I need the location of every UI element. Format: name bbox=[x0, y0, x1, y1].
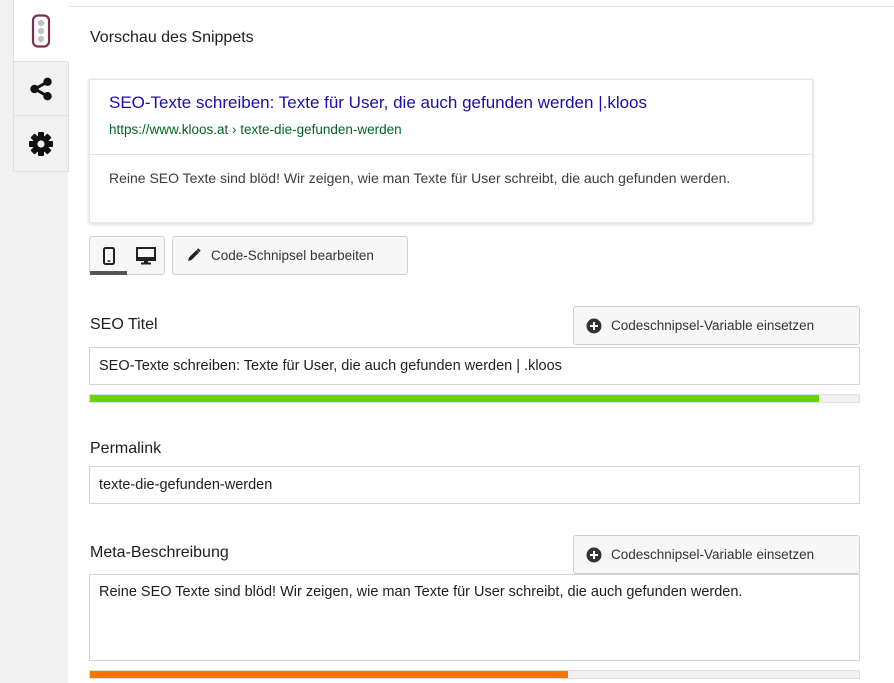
meta-variable-label: Codeschnipsel-Variable einsetzen bbox=[611, 547, 815, 562]
snippet-header: SEO-Texte schreiben: Texte für User, die… bbox=[90, 80, 812, 155]
mobile-preview-button[interactable] bbox=[90, 237, 127, 275]
edit-snippet-label: Code-Schnipsel bearbeiten bbox=[211, 248, 374, 263]
seo-title-progress bbox=[89, 394, 860, 403]
share-icon bbox=[30, 77, 52, 100]
plus-circle-icon bbox=[586, 318, 602, 333]
snippet-preview[interactable]: SEO-Texte schreiben: Texte für User, die… bbox=[89, 79, 813, 223]
device-toggle bbox=[89, 236, 165, 275]
snippet-url: https://www.kloos.at › texte-die-gefunde… bbox=[109, 122, 402, 137]
permalink-input[interactable]: texte-die-gefunden-werden bbox=[89, 466, 860, 504]
permalink-label: Permalink bbox=[90, 440, 162, 457]
seo-title-label: SEO Titel bbox=[90, 316, 158, 333]
traffic-light-icon bbox=[31, 13, 51, 48]
plus-circle-icon bbox=[586, 547, 602, 562]
seo-title-input[interactable]: SEO-Texte schreiben: Texte für User, die… bbox=[89, 347, 860, 385]
meta-description-label: Meta-Beschreibung bbox=[90, 544, 229, 561]
edit-snippet-button[interactable]: Code-Schnipsel bearbeiten bbox=[172, 236, 408, 275]
seo-title-progress-fill bbox=[90, 395, 819, 402]
snippet-title[interactable]: SEO-Texte schreiben: Texte für User, die… bbox=[109, 93, 812, 113]
tab-settings[interactable] bbox=[13, 116, 69, 172]
desktop-icon bbox=[135, 246, 156, 264]
sidebar-tabs bbox=[13, 0, 69, 172]
meta-description-progress-fill bbox=[90, 671, 569, 678]
mobile-icon bbox=[102, 246, 115, 265]
pencil-icon bbox=[188, 248, 201, 261]
top-divider bbox=[69, 6, 894, 7]
snippet-description: Reine SEO Texte sind blöd! Wir zeigen, w… bbox=[109, 170, 731, 186]
gear-icon bbox=[29, 131, 53, 156]
meta-variable-button[interactable]: Codeschnipsel-Variable einsetzen bbox=[573, 535, 860, 574]
desktop-preview-button[interactable] bbox=[127, 237, 164, 274]
tab-social[interactable] bbox=[13, 62, 69, 116]
tab-seo[interactable] bbox=[13, 0, 69, 62]
meta-description-input[interactable]: Reine SEO Texte sind blöd! Wir zeigen, w… bbox=[89, 574, 860, 661]
seo-title-variable-label: Codeschnipsel-Variable einsetzen bbox=[611, 318, 815, 333]
preview-heading: Vorschau des Snippets bbox=[90, 29, 254, 46]
seo-title-variable-button[interactable]: Codeschnipsel-Variable einsetzen bbox=[573, 306, 860, 345]
meta-description-progress bbox=[89, 670, 860, 679]
